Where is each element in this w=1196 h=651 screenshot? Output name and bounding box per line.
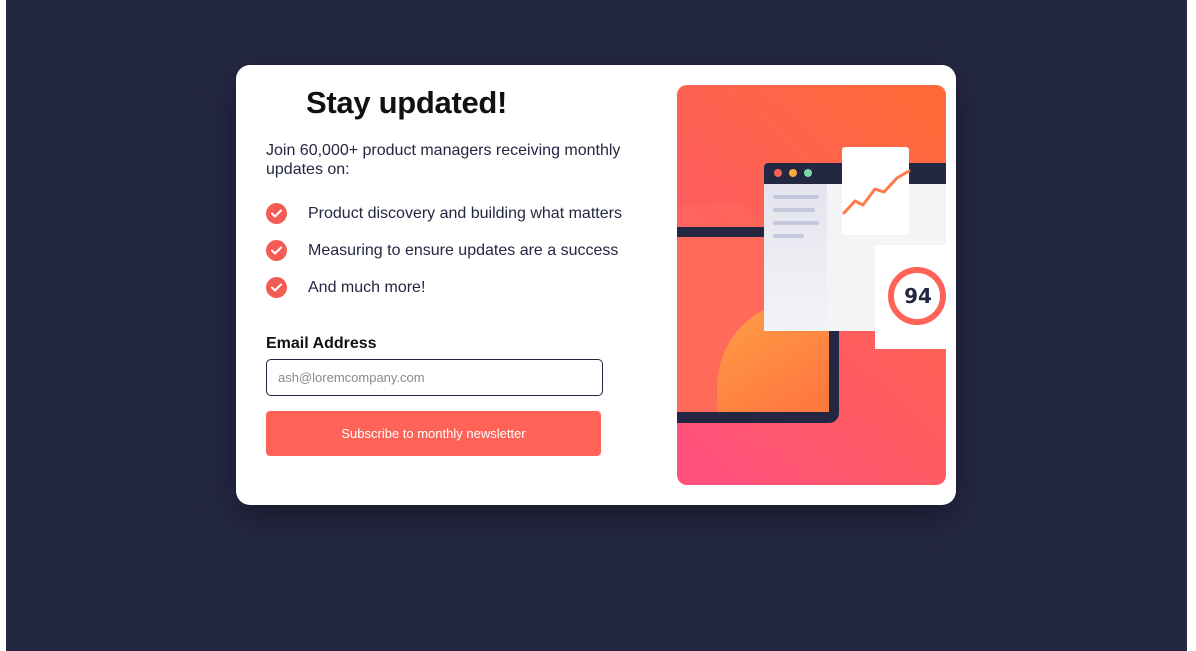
feature-text: Measuring to ensure updates are a succes… [308, 241, 619, 259]
list-item: Measuring to ensure updates are a succes… [266, 232, 622, 269]
newsletter-card: Stay updated! Join 60,000+ product manag… [236, 65, 956, 505]
feature-list: Product discovery and building what matt… [266, 195, 622, 306]
illustration-graphic: 94 [677, 85, 946, 485]
page-title: Stay updated! [306, 85, 508, 120]
email-label: Email Address [266, 335, 377, 352]
hero-illustration: 94 [677, 85, 946, 485]
check-circle-icon [266, 277, 287, 298]
score-value: 94 [904, 284, 932, 308]
subscribe-button[interactable]: Subscribe to monthly newsletter [266, 411, 601, 456]
intro-text: Join 60,000+ product managers receiving … [266, 142, 621, 178]
feature-text: Product discovery and building what matt… [308, 204, 622, 222]
feature-text: And much more! [308, 278, 426, 296]
email-field[interactable] [266, 359, 603, 396]
list-item: And much more! [266, 269, 622, 306]
check-circle-icon [266, 203, 287, 224]
list-item: Product discovery and building what matt… [266, 195, 622, 232]
check-circle-icon [266, 240, 287, 261]
